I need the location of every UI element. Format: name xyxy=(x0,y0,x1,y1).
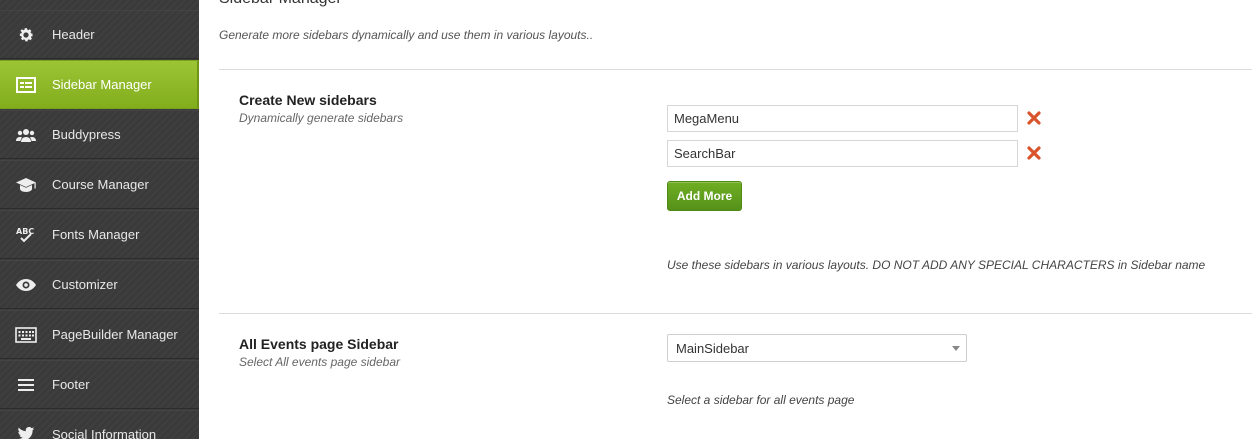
section-subtitle-create: Dynamically generate sidebars xyxy=(239,111,404,125)
sidebar-item-label: Footer xyxy=(52,377,90,392)
sidebar-name-input[interactable] xyxy=(667,140,1018,167)
sidebar-name-input[interactable] xyxy=(667,105,1018,132)
eye-icon xyxy=(0,278,52,292)
admin-sidebar: Header Sidebar Manager Buddypress Course… xyxy=(0,0,199,439)
sidebar-list-icon xyxy=(0,76,52,93)
section-title-events: All Events page Sidebar xyxy=(239,336,399,352)
remove-icon[interactable] xyxy=(1027,111,1041,125)
spellcheck-icon: ABC xyxy=(0,226,52,244)
sidebar-item-course-manager[interactable]: Course Manager xyxy=(0,160,199,209)
main-content: Sidebar Manager Generate more sidebars d… xyxy=(199,0,1252,439)
graduation-cap-icon xyxy=(0,177,52,193)
remove-icon[interactable] xyxy=(1027,146,1041,160)
add-more-button[interactable]: Add More xyxy=(667,181,742,211)
chevron-down-icon xyxy=(952,346,960,351)
sidebar-item-fonts-manager[interactable]: ABC Fonts Manager xyxy=(0,210,199,259)
select-value: MainSidebar xyxy=(676,340,749,356)
sidebar-item-social-information[interactable]: Social Information xyxy=(0,410,199,439)
page-description: Generate more sidebars dynamically and u… xyxy=(219,28,594,42)
sidebar-item-label: Fonts Manager xyxy=(52,227,140,242)
sidebar-item-buddypress[interactable]: Buddypress xyxy=(0,110,199,159)
sidebar-item-label: Social Information xyxy=(52,427,157,439)
sidebar-item-header[interactable]: Header xyxy=(0,10,199,59)
events-help-text: Select a sidebar for all events page xyxy=(667,393,855,407)
sidebar-item-customizer[interactable]: Customizer xyxy=(0,260,199,309)
keyboard-icon xyxy=(0,326,52,343)
users-group-icon xyxy=(0,127,52,143)
section-title-create: Create New sidebars xyxy=(239,92,377,108)
sidebar-item-label: PageBuilder Manager xyxy=(52,327,178,342)
events-sidebar-select[interactable]: MainSidebar xyxy=(667,334,967,362)
create-help-text: Use these sidebars in various layouts. D… xyxy=(667,258,1206,272)
sidebar-item-label: Header xyxy=(52,27,95,42)
page-title: Sidebar Manager xyxy=(219,0,342,8)
gear-icon xyxy=(0,26,52,44)
sidebar-item-label: Sidebar Manager xyxy=(52,77,152,92)
footer-icon xyxy=(0,378,52,392)
divider xyxy=(219,313,1252,314)
sidebar-item-sidebar-manager[interactable]: Sidebar Manager xyxy=(0,60,199,109)
sidebar-item-pagebuilder-manager[interactable]: PageBuilder Manager xyxy=(0,310,199,359)
sidebar-item-label: Customizer xyxy=(52,277,118,292)
section-subtitle-events: Select All events page sidebar xyxy=(239,355,400,369)
divider xyxy=(219,69,1252,70)
twitter-icon xyxy=(0,427,52,439)
sidebar-item-label: Buddypress xyxy=(52,127,121,142)
sidebar-item-footer[interactable]: Footer xyxy=(0,360,199,409)
sidebar-item-label: Course Manager xyxy=(52,177,149,192)
